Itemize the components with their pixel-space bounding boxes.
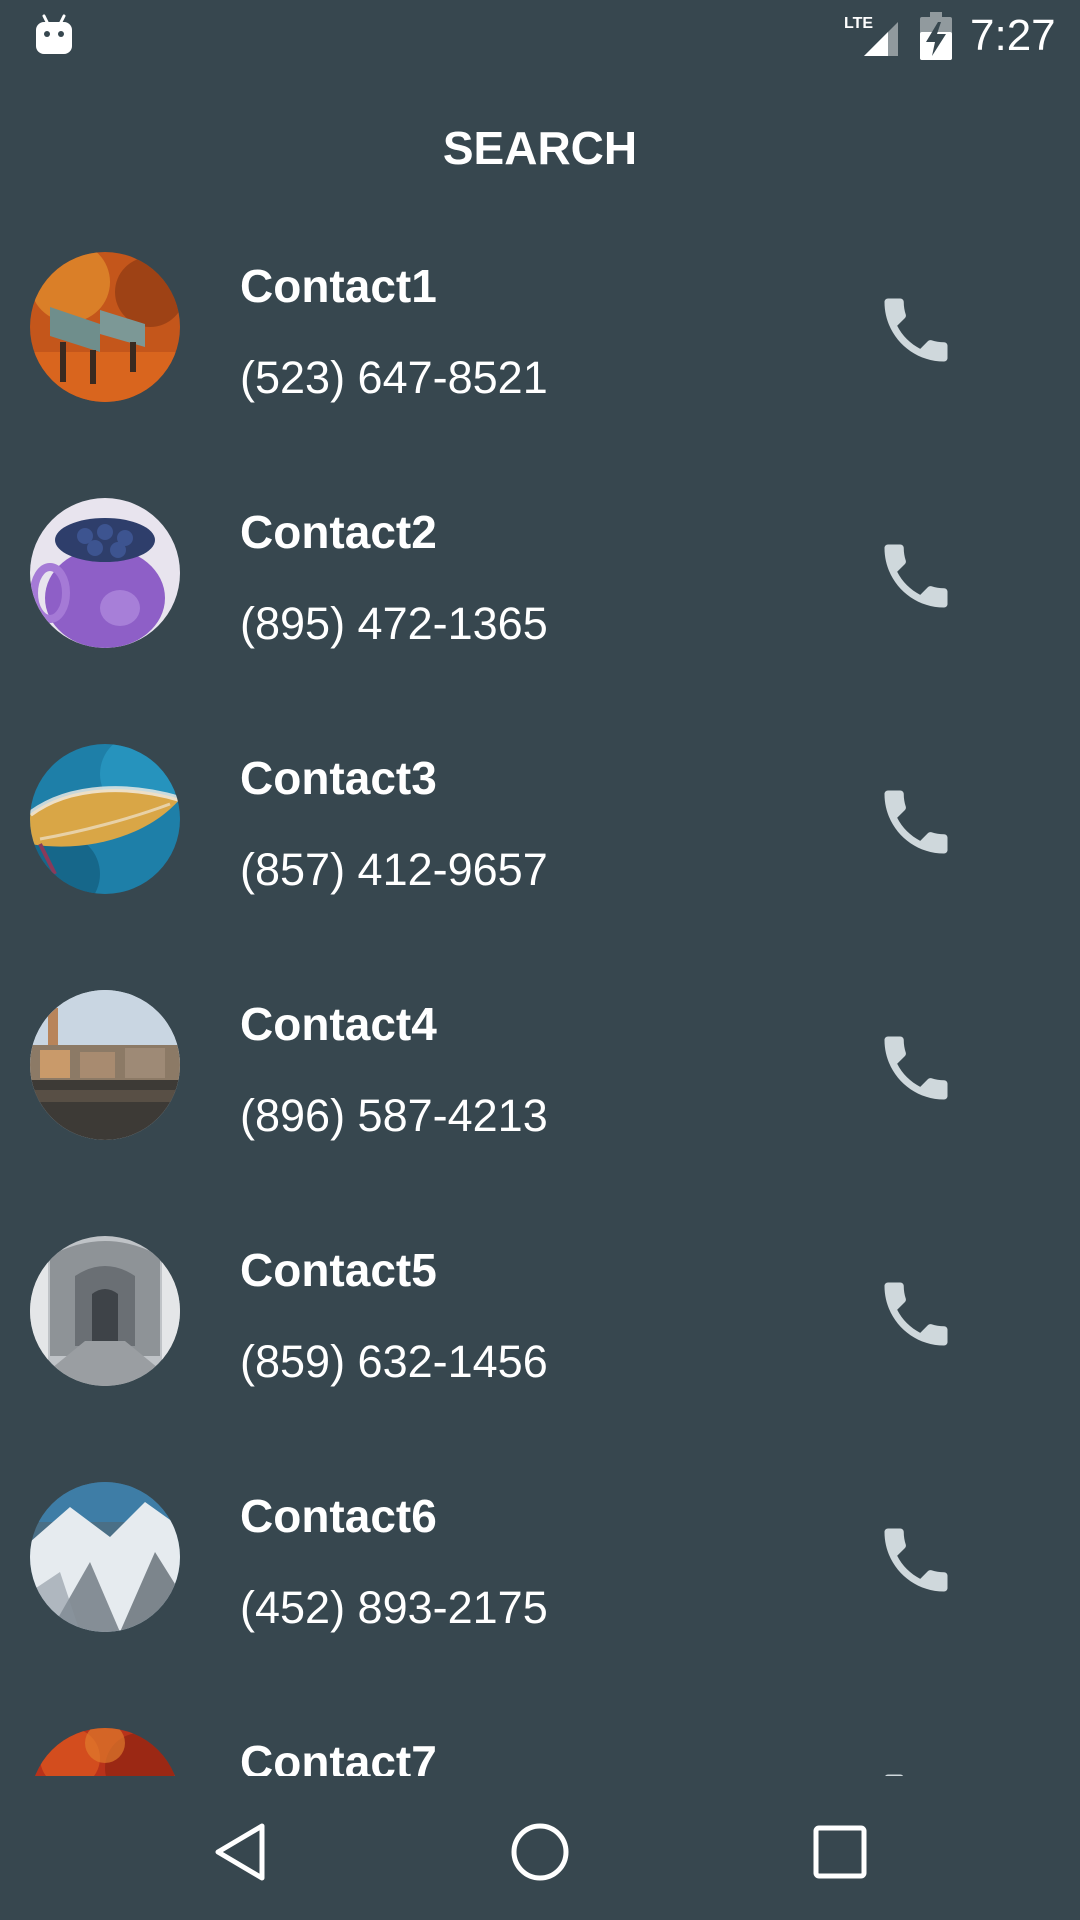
contact-name: Contact6 xyxy=(240,1490,437,1542)
phone-icon xyxy=(884,1528,948,1592)
call-button[interactable] xyxy=(868,528,964,624)
page-title: SEARCH xyxy=(442,122,638,174)
screen: LTE 7:27 SEARCH Contact1 (523) 647-8521 … xyxy=(0,0,1080,1920)
contact-phone: (859) 632-1456 xyxy=(240,1336,548,1387)
back-button[interactable] xyxy=(200,1812,280,1892)
call-button[interactable] xyxy=(868,1266,964,1362)
status-bar: LTE 7:27 xyxy=(0,0,1080,72)
contact-phone: (896) 587-4213 xyxy=(240,1090,548,1141)
phone-icon xyxy=(884,1282,948,1346)
phone-icon xyxy=(885,1774,904,1776)
contact-phone: (523) 647-8521 xyxy=(240,352,548,403)
contact-avatar xyxy=(30,1236,180,1386)
contact-avatar xyxy=(30,498,180,648)
home-button[interactable] xyxy=(500,1812,580,1892)
android-icon xyxy=(36,14,72,54)
clock: 7:27 xyxy=(970,11,1056,60)
navigation-bar xyxy=(0,1776,1080,1920)
contact-name: Contact1 xyxy=(240,260,437,312)
phone-icon xyxy=(884,544,948,608)
contact-phone: (857) 412-9657 xyxy=(240,844,548,895)
contact-avatar xyxy=(30,1728,180,1776)
contact-phone: (895) 472-1365 xyxy=(240,598,548,649)
home-icon xyxy=(511,1823,569,1881)
contact-avatar xyxy=(30,1482,180,1632)
phone-icon xyxy=(884,790,948,854)
recents-button[interactable] xyxy=(800,1812,880,1892)
lte-signal-icon: LTE xyxy=(844,15,898,56)
recents-icon xyxy=(813,1825,867,1879)
contact-name: Contact4 xyxy=(240,998,437,1050)
contact-row[interactable]: Contact3 (857) 412-9657 xyxy=(0,712,1080,958)
contact-name: Contact3 xyxy=(240,752,437,804)
call-button[interactable] xyxy=(868,774,964,870)
call-button[interactable] xyxy=(868,282,964,378)
contact-row[interactable]: Contact2 (895) 472-1365 xyxy=(0,466,1080,712)
call-button[interactable] xyxy=(868,1758,964,1776)
contact-name: Contact5 xyxy=(240,1244,437,1296)
back-icon xyxy=(215,1823,265,1881)
contact-phone: (452) 893-2175 xyxy=(240,1582,548,1633)
contact-name: Contact7 xyxy=(240,1736,437,1776)
contact-avatar xyxy=(30,744,180,894)
contact-row[interactable]: Contact5 (859) 632-1456 xyxy=(0,1204,1080,1450)
contact-name: Contact2 xyxy=(240,506,437,558)
contact-row[interactable]: Contact1 (523) 647-8521 xyxy=(0,220,1080,466)
contact-row[interactable]: Contact6 (452) 893-2175 xyxy=(0,1450,1080,1696)
contacts-list[interactable]: Contact1 (523) 647-8521 Contact2 (895) 4… xyxy=(0,220,1080,1776)
call-button[interactable] xyxy=(868,1512,964,1608)
contact-row[interactable]: Contact7 xyxy=(0,1696,1080,1776)
contact-avatar xyxy=(30,252,180,402)
contact-avatar xyxy=(30,990,180,1140)
contact-row[interactable]: Contact4 (896) 587-4213 xyxy=(0,958,1080,1204)
phone-icon xyxy=(884,298,948,362)
phone-icon xyxy=(884,1036,948,1100)
call-button[interactable] xyxy=(868,1020,964,1116)
network-type-label: LTE xyxy=(844,15,873,32)
battery-charging-icon xyxy=(920,12,952,60)
